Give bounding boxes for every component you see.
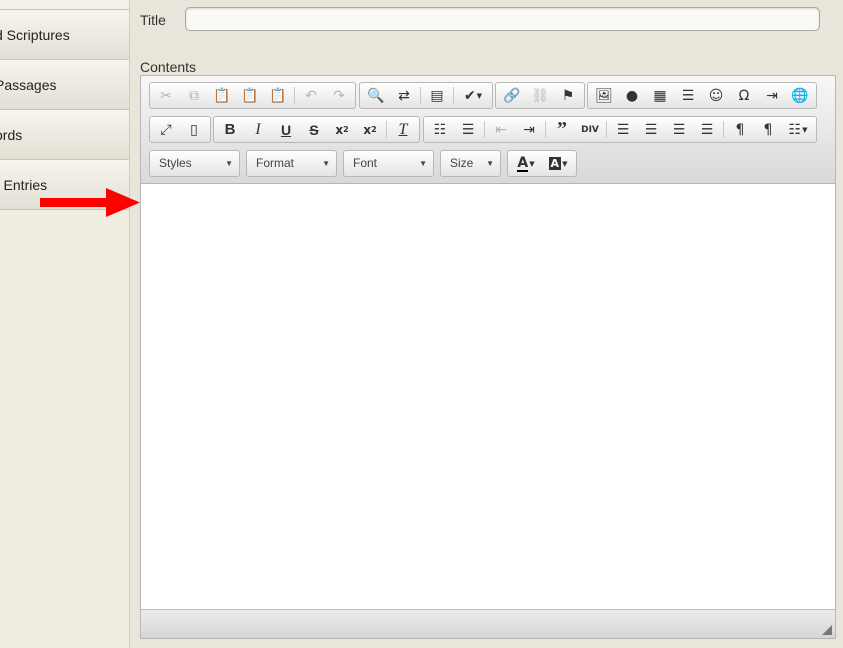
separator xyxy=(723,121,724,138)
insert-group: 🖼 ● ▦ ☰ ☺ Ω ⇥ 🌐 xyxy=(587,82,817,109)
rich-text-editor: ✂ ⧉ 📋 📋 📋 ↶ ↷ 🔍 ⇄ ▤ ✔ ▼ 🔗 ⛓ ⚑ 🖼 ● ▦ ☰ ☺ … xyxy=(140,75,836,639)
anchor-flag-icon[interactable]: ⚑ xyxy=(554,83,582,108)
find-icon[interactable]: 🔍 xyxy=(362,83,390,108)
title-input[interactable] xyxy=(185,7,820,31)
text-color-icon[interactable]: A ▼ xyxy=(510,151,542,176)
paste-text-icon[interactable]: 📋 xyxy=(236,83,264,108)
editor-status-bar xyxy=(141,609,835,638)
size-label: Size xyxy=(450,156,474,170)
div-container-icon[interactable]: DIV xyxy=(576,117,604,142)
basicstyles-group: B I U S x2 x2 T xyxy=(213,116,420,143)
sidebar: d Scriptures Passages ords r Entries xyxy=(0,0,130,648)
clipboard-group: ✂ ⧉ 📋 📋 📋 ↶ ↷ xyxy=(149,82,356,109)
separator xyxy=(294,87,295,104)
align-center-icon[interactable]: ☰ xyxy=(637,117,665,142)
replace-icon[interactable]: ⇄ xyxy=(390,83,418,108)
editor-content-area[interactable] xyxy=(141,184,835,609)
separator xyxy=(420,87,421,104)
contents-label: Contents xyxy=(140,59,197,75)
text-direction-ltr-icon[interactable]: ¶ xyxy=(726,117,754,142)
separator xyxy=(484,121,485,138)
bold-icon[interactable]: B xyxy=(216,117,244,142)
editor-toolbar: ✂ ⧉ 📋 📋 📋 ↶ ↷ 🔍 ⇄ ▤ ✔ ▼ 🔗 ⛓ ⚑ 🖼 ● ▦ ☰ ☺ … xyxy=(141,76,835,184)
resize-grip-icon[interactable] xyxy=(822,625,832,635)
sidebar-item-scriptures[interactable]: d Scriptures xyxy=(0,10,129,60)
view-group: ⤢ ▯ xyxy=(149,116,211,143)
redo-icon[interactable]: ↷ xyxy=(325,83,353,108)
sidebar-item-label: ords xyxy=(0,127,23,143)
sidebar-top-edge xyxy=(0,0,129,10)
horizontal-rule-icon[interactable]: ☰ xyxy=(674,83,702,108)
paste-word-icon[interactable]: 📋 xyxy=(264,83,292,108)
italic-icon[interactable]: I xyxy=(244,117,272,142)
strike-icon[interactable]: S xyxy=(300,117,328,142)
flash-icon[interactable]: ● xyxy=(618,83,646,108)
select-all-icon[interactable]: ▤ xyxy=(423,83,451,108)
separator xyxy=(386,121,387,138)
align-right-icon[interactable]: ☰ xyxy=(665,117,693,142)
maximize-icon[interactable]: ⤢ xyxy=(152,117,180,142)
format-dropdown[interactable]: Format ▼ xyxy=(246,150,337,177)
size-dropdown[interactable]: Size ▼ xyxy=(440,150,501,177)
paste-icon[interactable]: 📋 xyxy=(208,83,236,108)
remove-format-icon[interactable]: T xyxy=(389,117,417,142)
separator xyxy=(606,121,607,138)
sidebar-item-label: Passages xyxy=(0,77,57,93)
font-label: Font xyxy=(353,156,378,170)
chevron-down-icon: ▼ xyxy=(225,159,233,168)
align-left-icon[interactable]: ☰ xyxy=(609,117,637,142)
title-label: Title xyxy=(140,12,166,28)
link-icon[interactable]: 🔗 xyxy=(498,83,526,108)
blockquote-icon[interactable]: ” xyxy=(548,117,576,142)
chevron-down-icon: ▼ xyxy=(322,159,330,168)
copy-icon[interactable]: ⧉ xyxy=(180,83,208,108)
chevron-down-icon: ▼ xyxy=(419,159,427,168)
editing-group: 🔍 ⇄ ▤ ✔ ▼ xyxy=(359,82,493,109)
special-char-icon[interactable]: Ω xyxy=(730,83,758,108)
styles-label: Styles xyxy=(159,156,192,170)
show-blocks-icon[interactable]: ▯ xyxy=(180,117,208,142)
bulleted-list-icon[interactable]: ☰ xyxy=(454,117,482,142)
language-icon[interactable]: ☷ ▼ xyxy=(782,117,814,142)
separator xyxy=(453,87,454,104)
superscript-icon[interactable]: x2 xyxy=(356,117,384,142)
subscript-icon[interactable]: x2 xyxy=(328,117,356,142)
spellcheck-icon[interactable]: ✔ ▼ xyxy=(456,83,490,108)
format-label: Format xyxy=(256,156,295,170)
undo-icon[interactable]: ↶ xyxy=(297,83,325,108)
background-color-icon[interactable]: A ▼ xyxy=(542,151,574,176)
iframe-globe-icon[interactable]: 🌐 xyxy=(786,83,814,108)
table-icon[interactable]: ▦ xyxy=(646,83,674,108)
outdent-icon[interactable]: ⇤ xyxy=(487,117,515,142)
smiley-icon[interactable]: ☺ xyxy=(702,83,730,108)
image-icon[interactable]: 🖼 xyxy=(590,83,618,108)
numbered-list-icon[interactable]: ☷ xyxy=(426,117,454,142)
styles-dropdown[interactable]: Styles ▼ xyxy=(149,150,240,177)
red-arrow-icon xyxy=(40,188,140,217)
paragraph-group: ☷ ☰ ⇤ ⇥ ” DIV ☰ ☰ ☰ ☰ ¶ ¶ ☷ ▼ xyxy=(423,116,817,143)
sidebar-item-passages[interactable]: Passages xyxy=(0,60,129,110)
sidebar-item-label: d Scriptures xyxy=(0,27,70,43)
font-dropdown[interactable]: Font ▼ xyxy=(343,150,434,177)
colors-group: A ▼ A ▼ xyxy=(507,150,577,177)
links-group: 🔗 ⛓ ⚑ xyxy=(495,82,585,109)
indent-icon[interactable]: ⇥ xyxy=(515,117,543,142)
page-break-icon[interactable]: ⇥ xyxy=(758,83,786,108)
sidebar-item-words[interactable]: ords xyxy=(0,110,129,160)
unlink-icon[interactable]: ⛓ xyxy=(526,83,554,108)
text-direction-rtl-icon[interactable]: ¶ xyxy=(754,117,782,142)
underline-icon[interactable]: U xyxy=(272,117,300,142)
chevron-down-icon: ▼ xyxy=(486,159,494,168)
separator xyxy=(545,121,546,138)
align-justify-icon[interactable]: ☰ xyxy=(693,117,721,142)
cut-icon[interactable]: ✂ xyxy=(152,83,180,108)
